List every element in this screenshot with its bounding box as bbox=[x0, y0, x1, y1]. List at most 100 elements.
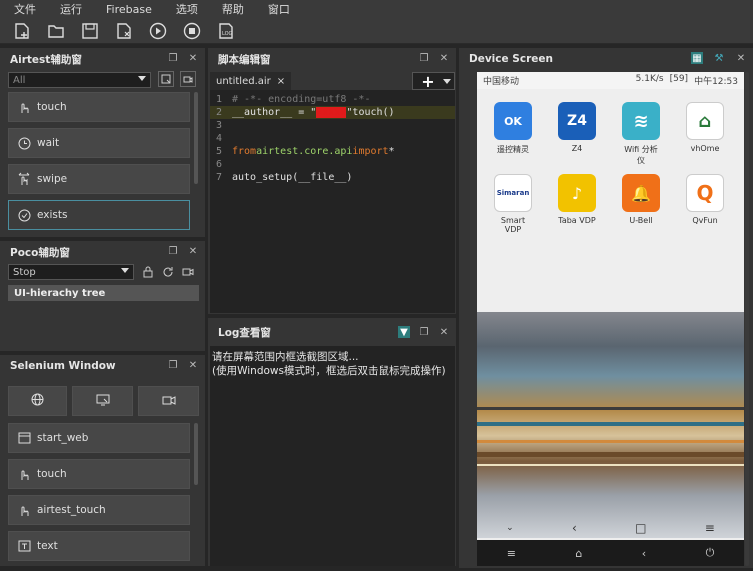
menu-run[interactable]: 运行 bbox=[48, 1, 94, 17]
save-icon[interactable] bbox=[80, 21, 100, 41]
globe-button[interactable] bbox=[8, 386, 67, 416]
carrier-label: 中国移动 bbox=[483, 77, 520, 87]
app-qvfun[interactable]: Q QvFun bbox=[685, 174, 725, 225]
float-icon[interactable]: ❐ bbox=[167, 359, 179, 371]
tools-icon[interactable]: ⚒ bbox=[713, 52, 725, 64]
tab-close-icon[interactable]: × bbox=[277, 76, 285, 87]
selenium-panel-title: Selenium Window bbox=[10, 360, 116, 372]
editor-panel-header: 脚本编辑窗 ❐ ✕ bbox=[208, 48, 456, 70]
app-z4[interactable]: Z4 Z4 bbox=[557, 102, 597, 153]
selenium-action-touch[interactable]: touch bbox=[8, 459, 190, 489]
record-icon[interactable] bbox=[181, 264, 195, 279]
screen-capture-button[interactable] bbox=[72, 386, 133, 416]
selenium-action-start-web[interactable]: start_web bbox=[8, 423, 190, 453]
airtest-action-exists[interactable]: exists bbox=[8, 200, 190, 230]
app-yaokong[interactable]: OK 遥控精灵 bbox=[493, 102, 533, 155]
grid-icon[interactable]: ▦ bbox=[691, 52, 703, 64]
menu-firebase[interactable]: Firebase bbox=[94, 3, 164, 16]
home-icon[interactable]: ⌂ bbox=[575, 547, 582, 560]
check-icon bbox=[17, 208, 31, 222]
menu-file[interactable]: 文件 bbox=[0, 1, 48, 17]
swipe-icon bbox=[17, 172, 31, 186]
close-icon[interactable]: ✕ bbox=[187, 359, 199, 371]
airtest-ide-window: 文件 运行 Firebase 选项 帮助 窗口 LOG Airtest辅助窗 ❐… bbox=[0, 0, 753, 571]
app-vhome[interactable]: ⌂ vhOme bbox=[685, 102, 725, 153]
back-icon[interactable]: ‹ bbox=[572, 521, 577, 535]
record-icon[interactable] bbox=[180, 71, 196, 87]
close-icon[interactable]: ✕ bbox=[187, 245, 199, 257]
float-icon[interactable]: ❐ bbox=[418, 52, 430, 64]
globe-icon bbox=[31, 393, 44, 409]
power-icon[interactable]: ⏻ bbox=[706, 546, 715, 560]
add-script-button[interactable]: + bbox=[412, 72, 455, 91]
code-editor[interactable]: 1 # -*- encoding=utf8 -*- 2 __author__ =… bbox=[210, 90, 455, 313]
open-folder-icon[interactable] bbox=[46, 21, 66, 41]
lock-icon[interactable] bbox=[141, 264, 155, 279]
close-icon[interactable]: ✕ bbox=[438, 326, 450, 338]
close-icon[interactable]: ✕ bbox=[735, 52, 747, 64]
phone-status-bar: 中国移动 5.1K/s [59] 中午12:53 bbox=[477, 72, 744, 89]
app-wifi-analyzer[interactable]: ≋ Wifi 分析仪 bbox=[621, 102, 661, 166]
selenium-scrollbar[interactable] bbox=[194, 423, 198, 485]
tab-untitled-air[interactable]: untitled.air × bbox=[210, 72, 292, 90]
airtest-panel-header: Airtest辅助窗 ❐ ✕ bbox=[0, 48, 205, 70]
action-label: wait bbox=[37, 137, 60, 149]
screenshot-icon[interactable] bbox=[158, 71, 174, 87]
menu-help[interactable]: 帮助 bbox=[210, 1, 256, 17]
back-icon[interactable]: ‹ bbox=[642, 547, 646, 560]
toolbar: LOG bbox=[0, 18, 753, 44]
airtest-action-swipe[interactable]: swipe bbox=[8, 164, 190, 194]
record-button[interactable] bbox=[138, 386, 199, 416]
airtest-action-wait[interactable]: wait bbox=[8, 128, 190, 158]
poco-panel-title: Poco辅助窗 bbox=[10, 246, 70, 259]
airtest-filter-select[interactable]: All bbox=[8, 72, 151, 88]
net-speed: 5.1K/s bbox=[635, 74, 664, 84]
app-u-bell[interactable]: 🔔 U-Bell bbox=[621, 174, 661, 225]
redacted-name: xxxxx bbox=[316, 107, 347, 118]
menu-window[interactable]: 窗口 bbox=[256, 1, 302, 17]
menu-icon[interactable]: ≡ bbox=[705, 521, 715, 535]
device-scrollbar[interactable] bbox=[745, 72, 749, 566]
tab-label: untitled.air bbox=[216, 75, 271, 87]
chevron-down-icon bbox=[443, 78, 451, 84]
selenium-action-airtest-touch[interactable]: airtest_touch bbox=[8, 495, 190, 525]
ui-hierarchy-tree-item[interactable]: UI-hierachy tree bbox=[8, 285, 199, 301]
close-icon[interactable]: ✕ bbox=[187, 52, 199, 64]
action-label: touch bbox=[37, 101, 67, 113]
remote-icon: OK bbox=[494, 102, 532, 140]
device-panel-header: Device Screen ▦ ⚒ ✕ bbox=[459, 48, 753, 70]
action-label: exists bbox=[37, 209, 68, 221]
selenium-panel-header: Selenium Window ❐ ✕ bbox=[0, 355, 205, 377]
airtest-scrollbar[interactable] bbox=[194, 92, 198, 184]
code-line: 1 # -*- encoding=utf8 -*- bbox=[215, 94, 371, 105]
home-square-icon[interactable]: □ bbox=[635, 521, 646, 535]
chevron-down-icon bbox=[138, 76, 146, 81]
menu-options[interactable]: 选项 bbox=[164, 1, 210, 17]
float-icon[interactable]: ❐ bbox=[167, 52, 179, 64]
save-as-icon[interactable] bbox=[114, 21, 134, 41]
device-screen[interactable]: 中国移动 5.1K/s [59] 中午12:53 OK 遥控精灵 Z4 Z4 ≋… bbox=[477, 72, 744, 566]
app-taba-vdp[interactable]: ♪ Taba VDP bbox=[557, 174, 597, 225]
text-icon bbox=[17, 539, 31, 553]
log-report-icon[interactable]: LOG bbox=[216, 21, 236, 41]
new-file-icon[interactable] bbox=[12, 21, 32, 41]
bell-icon: 🔔 bbox=[622, 174, 660, 212]
chevron-down-icon[interactable]: ⌄ bbox=[506, 523, 514, 533]
float-icon[interactable]: ❐ bbox=[167, 245, 179, 257]
close-icon[interactable]: ✕ bbox=[438, 52, 450, 64]
device-panel-title: Device Screen bbox=[469, 53, 553, 65]
app-smart-vdp[interactable]: Simaran Smart VDP bbox=[493, 174, 533, 234]
poco-mode-select[interactable]: Stop bbox=[8, 264, 134, 280]
float-icon[interactable]: ❐ bbox=[418, 326, 430, 338]
menu-icon[interactable]: ≡ bbox=[507, 547, 516, 560]
refresh-icon[interactable] bbox=[161, 264, 175, 279]
run-icon[interactable] bbox=[148, 21, 168, 41]
browser-icon bbox=[17, 431, 31, 445]
selenium-action-text[interactable]: text bbox=[8, 531, 190, 561]
code-line: 5 from airtest.core.api import * bbox=[215, 146, 395, 157]
airtest-action-touch[interactable]: touch bbox=[8, 92, 190, 122]
code-line: 4 bbox=[215, 133, 222, 144]
stop-icon[interactable] bbox=[182, 21, 202, 41]
battery-level: [59] bbox=[669, 74, 689, 84]
filter-icon[interactable]: ▼ bbox=[398, 326, 410, 338]
